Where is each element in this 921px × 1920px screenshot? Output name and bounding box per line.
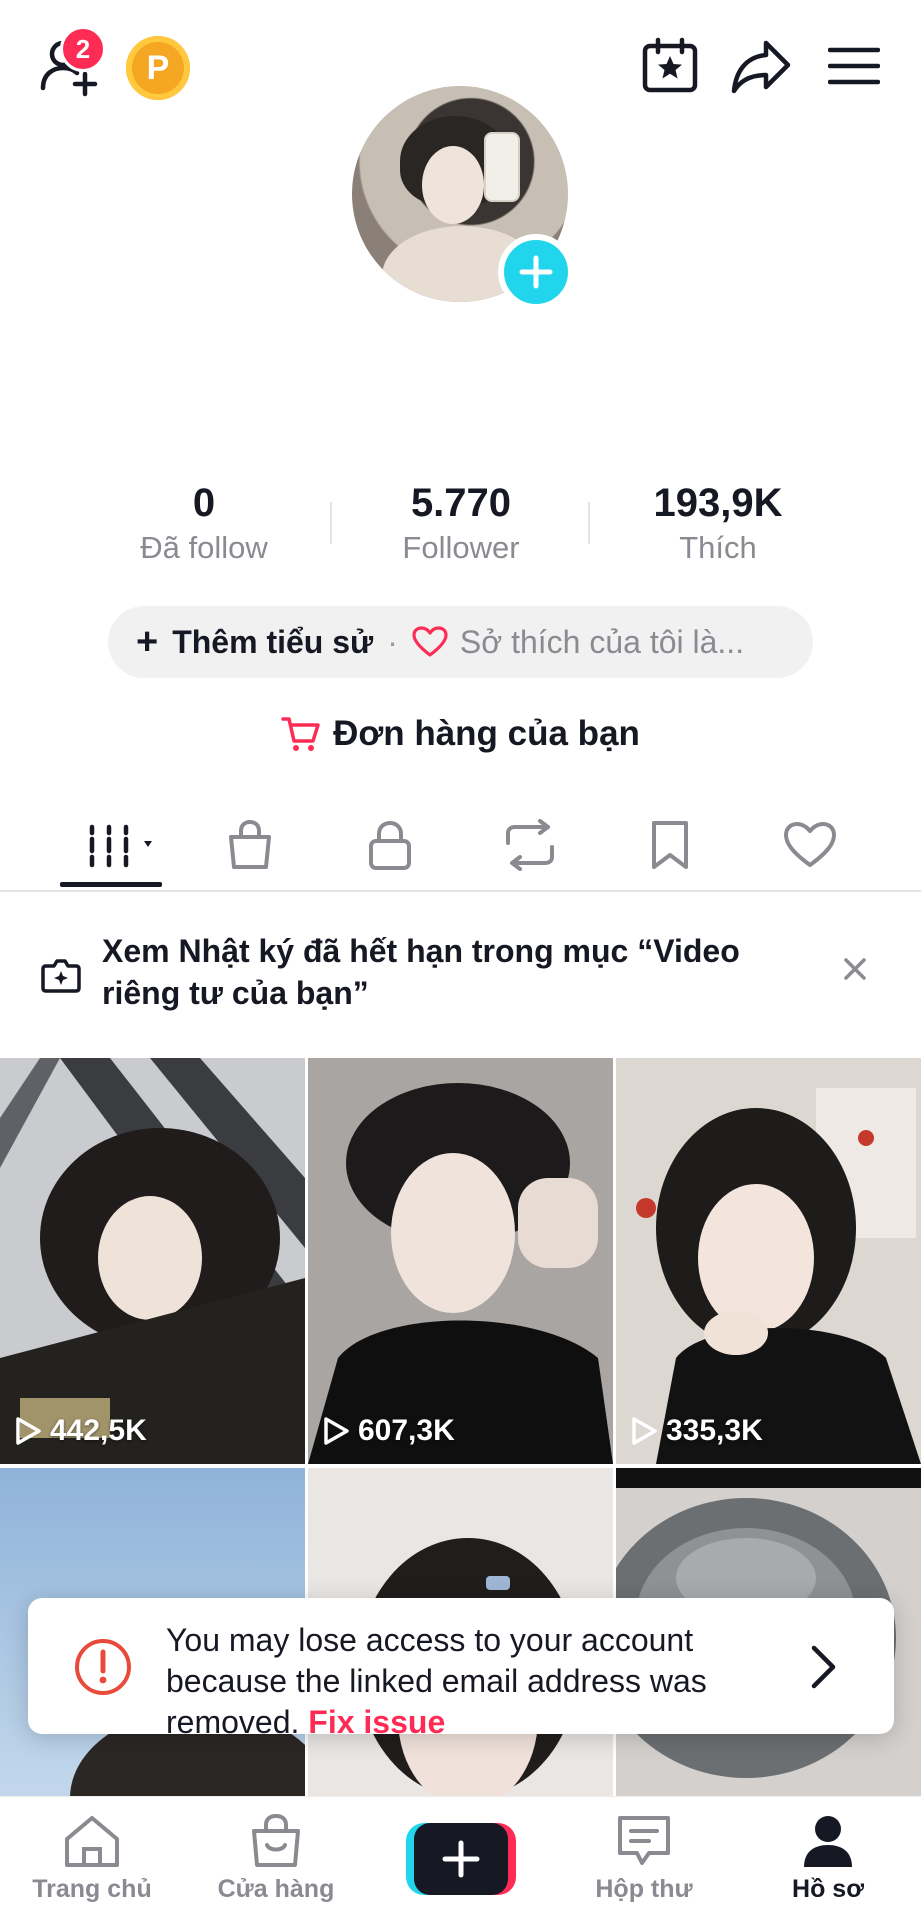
nav-inbox[interactable]: Hộp thư — [554, 1797, 734, 1920]
nav-home[interactable]: Trang chủ — [2, 1797, 182, 1920]
notice-text: Xem Nhật ký đã hết hạn trong mục “Video … — [102, 933, 740, 1011]
bookmark-icon — [652, 821, 688, 869]
view-count-label: 442,5K — [50, 1414, 147, 1447]
stat-value: 0 — [192, 481, 216, 525]
email-warning-toast[interactable]: You may lose access to your account beca… — [28, 1598, 894, 1740]
orders-label: Đơn hàng của bạn — [333, 714, 640, 753]
view-count: 442,5K — [14, 1414, 147, 1448]
hamburger-menu-icon — [828, 47, 880, 85]
play-icon — [16, 1417, 41, 1445]
bottom-navigation: Trang chủ Cửa hàng Hộp thư Hồ sơ — [0, 1796, 921, 1920]
profile-stats: 0 Đã follow 5.770 Follower 193,9K Thích — [0, 478, 921, 578]
stat-divider — [588, 502, 590, 544]
stat-value: 5.770 — [410, 481, 512, 525]
add-bio-button[interactable]: Thêm tiểu sử — [172, 624, 373, 661]
nav-label: Hồ sơ — [792, 1875, 864, 1903]
bio-pill[interactable]: + Thêm tiểu sử · Sở thích của tôi là... — [108, 606, 813, 678]
heart-icon — [412, 626, 448, 658]
create-button[interactable] — [406, 1823, 516, 1895]
orders-link[interactable]: Đơn hàng của bạn — [0, 706, 921, 762]
nav-shop[interactable]: Cửa hàng — [186, 1797, 366, 1920]
profile-icon — [804, 1816, 852, 1867]
nav-profile[interactable]: Hồ sơ — [738, 1797, 918, 1920]
calendar-star-icon — [642, 37, 698, 93]
active-tab-indicator — [60, 882, 162, 887]
tab-private[interactable] — [340, 800, 440, 890]
stat-label: Follower — [402, 530, 520, 565]
content-tabs — [0, 800, 921, 892]
chevron-right-icon — [808, 1644, 838, 1695]
view-count-label: 335,3K — [666, 1414, 763, 1447]
share-icon — [731, 40, 791, 94]
toast-message-wrap: You may lose access to your account beca… — [166, 1620, 806, 1743]
stat-label: Đã follow — [140, 530, 268, 565]
close-icon — [844, 958, 866, 980]
view-count: 335,3K — [630, 1414, 763, 1448]
notice-close-button[interactable] — [840, 954, 870, 989]
cart-icon — [281, 715, 321, 753]
view-count: 607,3K — [322, 1414, 455, 1448]
inbox-message-icon — [618, 1816, 670, 1865]
sparkle-camera-icon — [40, 954, 82, 1001]
menu-button[interactable] — [822, 36, 886, 96]
view-count-label: 607,3K — [358, 1414, 455, 1447]
stat-followers[interactable]: 5.770 Follower — [341, 478, 581, 568]
tab-favorites[interactable] — [620, 800, 720, 890]
play-icon — [324, 1417, 349, 1445]
tab-liked[interactable] — [760, 800, 860, 890]
plus-icon — [414, 1823, 508, 1895]
coin-button[interactable]: P — [126, 36, 190, 100]
stat-label: Thích — [679, 530, 757, 565]
stat-following[interactable]: 0 Đã follow — [84, 478, 324, 568]
grid-videos-icon — [89, 824, 152, 868]
repost-icon — [506, 819, 554, 871]
home-icon — [65, 1816, 119, 1867]
expired-diary-notice[interactable]: Xem Nhật ký đã hết hạn trong mục “Video … — [0, 894, 921, 1058]
bio-separator: · — [387, 623, 398, 660]
tab-shop[interactable] — [200, 800, 300, 890]
play-icon — [632, 1417, 657, 1445]
nav-label: Trang chủ — [32, 1875, 152, 1903]
interests-hint[interactable]: Sở thích của tôi là... — [460, 624, 744, 661]
stat-likes[interactable]: 193,9K Thích — [598, 478, 838, 568]
shopping-bag-icon — [252, 1813, 300, 1867]
share-button[interactable] — [726, 32, 796, 100]
video-thumbnail[interactable]: 607,3K — [308, 1058, 613, 1464]
avatar-add-button[interactable] — [498, 234, 574, 310]
heart-icon — [784, 822, 836, 867]
notification-badge: 2 — [60, 26, 106, 72]
nav-label: Hộp thư — [595, 1875, 693, 1903]
video-thumbnail[interactable]: 442,5K — [0, 1058, 305, 1464]
nav-label: Cửa hàng — [217, 1875, 335, 1903]
lock-icon — [369, 820, 411, 870]
tab-videos[interactable] — [60, 800, 160, 890]
plus-icon — [519, 255, 553, 289]
calendar-button[interactable] — [636, 32, 704, 100]
plus-icon: + — [136, 620, 159, 663]
stat-divider — [330, 502, 332, 544]
fix-issue-link[interactable]: Fix issue — [308, 1704, 445, 1740]
warning-icon — [74, 1638, 132, 1701]
stat-value: 193,9K — [653, 481, 783, 525]
shopping-bag-icon — [229, 819, 271, 869]
tab-reposts[interactable] — [480, 800, 580, 890]
video-thumbnail[interactable]: 335,3K — [616, 1058, 921, 1464]
